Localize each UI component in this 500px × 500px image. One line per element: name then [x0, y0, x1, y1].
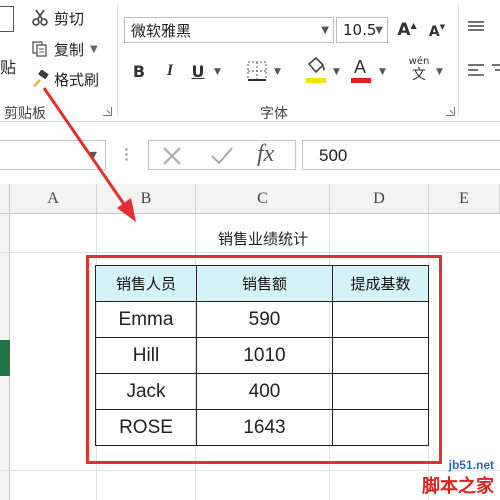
- watermark-url: jb51.net: [448, 458, 494, 472]
- watermark-name: 脚本之家: [422, 476, 494, 497]
- watermark: jb51.net 脚本之家: [422, 458, 494, 498]
- red-arrow-icon: [42, 87, 136, 222]
